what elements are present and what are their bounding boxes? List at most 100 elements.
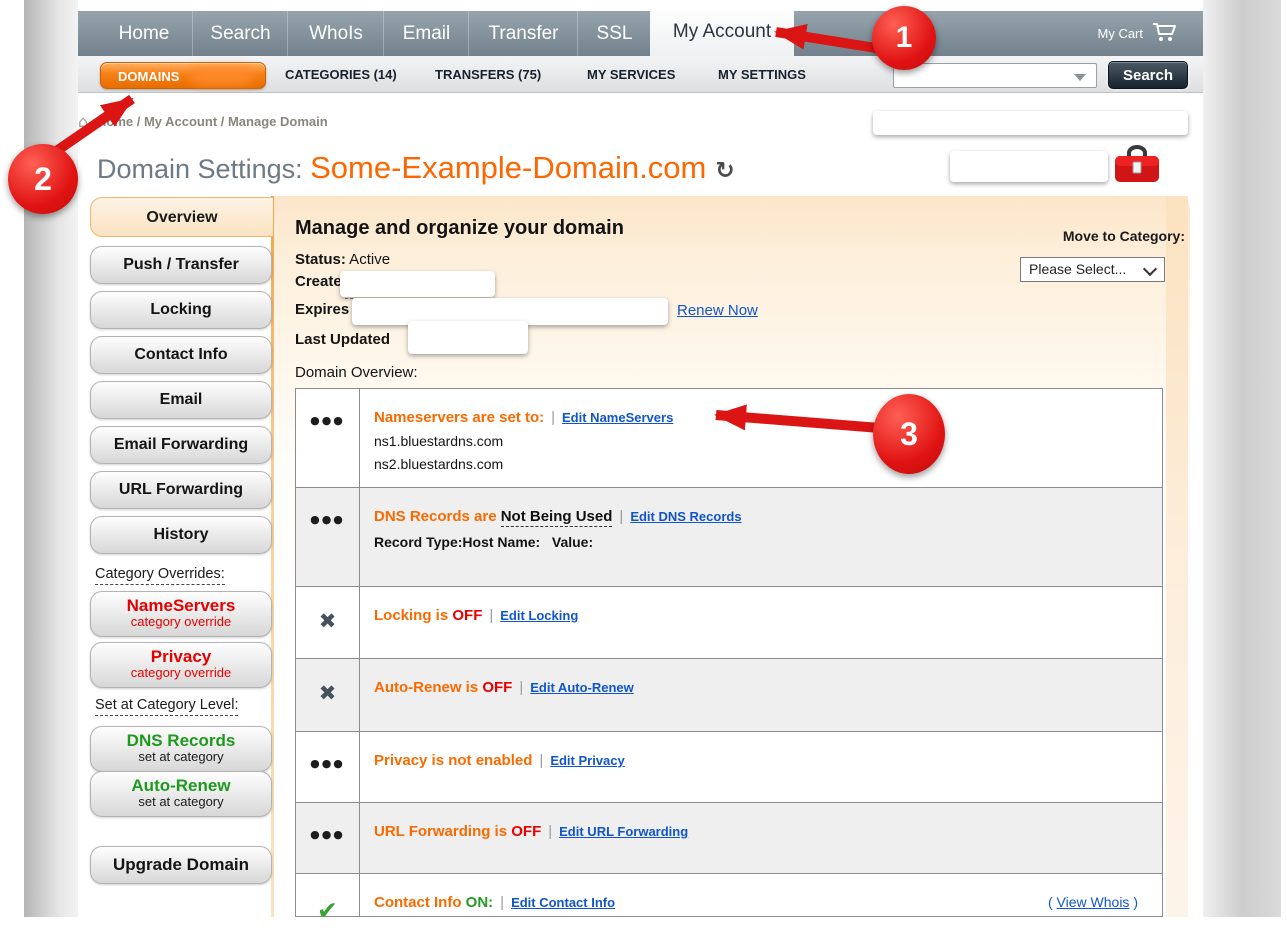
- redacted-domain-count: [191, 68, 253, 85]
- table-row-url-forwarding: ●●● URL Forwarding is OFF|Edit URL Forwa…: [296, 802, 1162, 874]
- sidebar-item-dns-records-category[interactable]: DNS Records set at category: [90, 726, 272, 772]
- nav-tab-home[interactable]: Home: [96, 11, 192, 56]
- sidebar-item-contact-info[interactable]: Contact Info: [90, 336, 272, 374]
- table-row-nameservers: ●●● Nameservers are set to:|Edit NameSer…: [296, 389, 1162, 487]
- redacted-box-top: [873, 111, 1188, 135]
- toolbox-icon[interactable]: [1113, 145, 1161, 190]
- row-status: OFF: [482, 679, 512, 696]
- cart-icon: [1152, 22, 1178, 45]
- nav-tab-ssl[interactable]: SSL: [577, 11, 651, 56]
- desktop-margin-left: [24, 0, 78, 917]
- dropdown-arrow-icon[interactable]: [1074, 74, 1086, 81]
- redacted-box-title: [950, 151, 1108, 182]
- section-heading: Manage and organize your domain: [295, 217, 624, 240]
- row-title: Nameservers are set to:: [374, 409, 544, 426]
- sidebar-item-privacy-override[interactable]: Privacy category override: [90, 642, 272, 688]
- set-at-category-label: Set at Category Level:: [95, 697, 238, 713]
- edit-contact-info-link[interactable]: Edit Contact Info: [511, 895, 615, 910]
- row-title: Auto-Renew is: [374, 679, 482, 696]
- row-title: DNS Records are: [374, 508, 501, 525]
- dots-icon: ●●●: [310, 757, 345, 770]
- row-status: ON:: [466, 894, 494, 911]
- sidebar-item-upgrade-domain[interactable]: Upgrade Domain: [90, 846, 272, 884]
- home-icon: ⌂: [78, 112, 88, 131]
- record-headers: Record Type:Host Name: Value:: [374, 534, 1152, 550]
- nav-tab-email[interactable]: Email: [383, 11, 469, 56]
- nav-tab-transfer[interactable]: Transfer: [468, 11, 578, 56]
- category-title: Auto-Renew: [91, 776, 271, 795]
- redacted-created-date: [340, 271, 495, 297]
- domain-settings-page: Home Search WhoIs Email Transfer SSL My …: [0, 0, 1287, 931]
- override-title: Privacy: [91, 647, 271, 666]
- sidebar-item-history[interactable]: History: [90, 516, 272, 554]
- sidebar-item-push-transfer[interactable]: Push / Transfer: [90, 246, 272, 284]
- sidebar-item-url-forwarding[interactable]: URL Forwarding: [90, 471, 272, 509]
- page-title-prefix: Domain Settings:: [97, 154, 310, 184]
- view-whois-link[interactable]: View Whois: [1057, 894, 1130, 910]
- category-subtitle: set at category: [91, 750, 271, 764]
- row-status: Not Being Used: [501, 508, 613, 527]
- redacted-updated-date: [408, 321, 528, 354]
- status-value: Active: [346, 251, 390, 268]
- refresh-icon[interactable]: ↻: [715, 158, 734, 184]
- nav-tab-search[interactable]: Search: [192, 11, 288, 56]
- nameserver-2: ns2.bluestardns.com: [374, 456, 1152, 472]
- my-cart[interactable]: My Cart: [1098, 11, 1179, 56]
- edit-url-forwarding-link[interactable]: Edit URL Forwarding: [559, 824, 688, 839]
- row-title: URL Forwarding is: [374, 823, 511, 840]
- sidebar-item-overview[interactable]: Overview: [90, 197, 273, 237]
- sidebar-item-locking[interactable]: Locking: [90, 291, 272, 329]
- page-title: Domain Settings: Some-Example-Domain.com…: [97, 150, 735, 186]
- category-select[interactable]: Please Select...: [1020, 257, 1165, 282]
- category-overrides-label: Category Overrides:: [95, 566, 225, 582]
- search-button[interactable]: Search: [1108, 61, 1188, 89]
- subnav-my-services[interactable]: MY SERVICES: [587, 56, 675, 92]
- page-title-domain: Some-Example-Domain.com: [310, 150, 706, 185]
- renew-now-link[interactable]: Renew Now: [677, 302, 758, 319]
- nav-tab-my-account[interactable]: My Account: [650, 5, 794, 56]
- sidebar-item-nameservers-override[interactable]: NameServers category override: [90, 591, 272, 637]
- subnav-categories[interactable]: CATEGORIES (14): [285, 56, 397, 92]
- domain-search-combobox[interactable]: [893, 63, 1097, 88]
- nameserver-1: ns1.bluestardns.com: [374, 433, 1152, 449]
- edit-locking-link[interactable]: Edit Locking: [500, 608, 578, 623]
- sidebar-item-email[interactable]: Email: [90, 381, 272, 419]
- edit-nameservers-link[interactable]: Edit NameServers: [562, 410, 673, 425]
- table-row-locking: ✖ Locking is OFF|Edit Locking: [296, 586, 1162, 659]
- top-navigation: Home Search WhoIs Email Transfer SSL My …: [78, 11, 1203, 57]
- row-title: Contact Info: [374, 894, 466, 911]
- edit-dns-records-link[interactable]: Edit DNS Records: [630, 509, 741, 524]
- domain-overview-label: Domain Overview:: [295, 364, 418, 381]
- row-title: Locking is: [374, 607, 452, 624]
- category-select-value: Please Select...: [1029, 261, 1126, 277]
- subnav-transfers[interactable]: TRANSFERS (75): [435, 56, 541, 92]
- breadcrumb[interactable]: Home / My Account / Manage Domain: [97, 114, 328, 129]
- bottom-margin: [0, 917, 1287, 931]
- callout-3: 3: [873, 394, 945, 474]
- table-row-auto-renew: ✖ Auto-Renew is OFF|Edit Auto-Renew: [296, 658, 1162, 732]
- row-status: OFF: [452, 607, 482, 624]
- sidebar-item-auto-renew-category[interactable]: Auto-Renew set at category: [90, 771, 272, 817]
- x-icon: ✖: [319, 681, 337, 705]
- table-row-contact-info: ✔ Contact Info ON:|Edit Contact Info ( V…: [296, 873, 1162, 917]
- sub-navigation: DOMAINS CATEGORIES (14) TRANSFERS (75) M…: [78, 56, 1203, 93]
- edit-auto-renew-link[interactable]: Edit Auto-Renew: [530, 680, 634, 695]
- domain-overview-table: ●●● Nameservers are set to:|Edit NameSer…: [295, 388, 1163, 917]
- sidebar-item-email-forwarding[interactable]: Email Forwarding: [90, 426, 272, 464]
- edit-privacy-link[interactable]: Edit Privacy: [550, 753, 624, 768]
- updated-line: Last Updated: [295, 331, 390, 348]
- callout-2: 2: [8, 144, 78, 214]
- category-title: DNS Records: [91, 731, 271, 750]
- dots-icon: ●●●: [310, 828, 345, 841]
- domains-label: DOMAINS: [118, 69, 179, 84]
- row-title: Privacy is not enabled: [374, 752, 532, 769]
- nav-tab-whois[interactable]: WhoIs: [287, 11, 384, 56]
- override-title: NameServers: [91, 596, 271, 615]
- subnav-my-settings[interactable]: MY SETTINGS: [718, 56, 806, 92]
- move-to-category-label: Move to Category:: [1063, 228, 1185, 244]
- desktop-margin-right: [1203, 0, 1281, 917]
- override-subtitle: category override: [91, 666, 271, 680]
- dots-icon: ●●●: [310, 414, 345, 427]
- subnav-domains-button[interactable]: DOMAINS: [100, 62, 266, 89]
- my-cart-label: My Cart: [1098, 26, 1144, 41]
